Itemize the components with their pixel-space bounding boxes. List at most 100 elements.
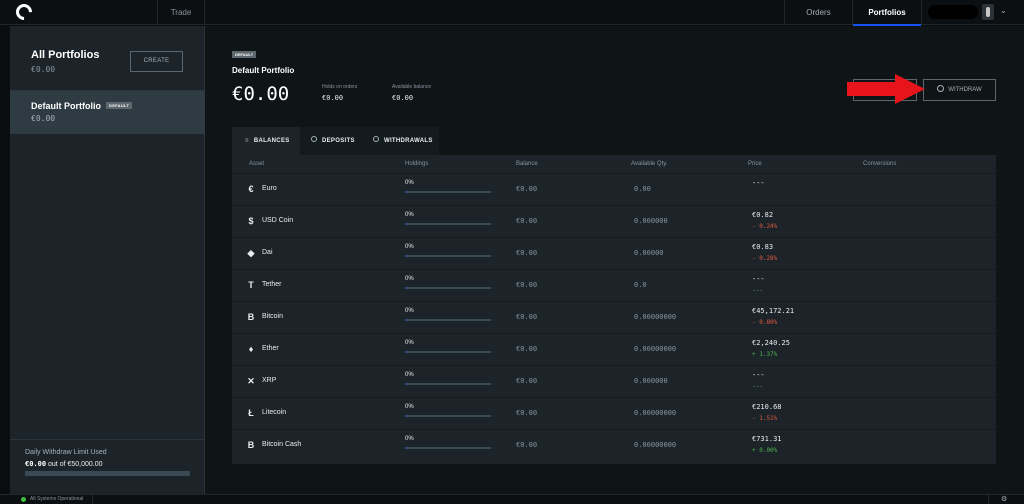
- holdings-bar: [405, 191, 491, 193]
- price-value: €45,172.21: [752, 307, 795, 315]
- holds-label: Holds on orders: [322, 84, 358, 90]
- red-arrow-annotation: [847, 74, 925, 104]
- available-qty: 0.000000: [634, 217, 668, 225]
- price-value: ---: [752, 371, 765, 379]
- tab-label: WITHDRAWALS: [384, 138, 433, 144]
- price-value: €731.31: [752, 435, 782, 443]
- holdings-bar: [405, 255, 491, 257]
- table-row[interactable]: Ł Litecoin 0% €0.00 0.00000000 €210.68 - 1.51%: [232, 397, 996, 429]
- bitcoin-cash-icon: B: [247, 440, 255, 450]
- available-qty: 0.00000000: [634, 345, 677, 353]
- holdings-bar: [405, 223, 491, 225]
- table-row[interactable]: B Bitcoin Cash 0% €0.00 0.00000000 €731.31 + 0…: [232, 429, 996, 461]
- sidebar-item-default-portfolio[interactable]: Default Portfolio DEFAULT €0.00: [10, 91, 205, 134]
- withdraw-button[interactable]: WITHDRAW: [923, 79, 996, 101]
- chevron-down-icon[interactable]: ⌄: [1000, 6, 1007, 15]
- portfolio-total-value: €0.00: [232, 83, 290, 105]
- column-header[interactable]: Asset: [249, 161, 264, 167]
- holdings-percent: 0%: [405, 340, 414, 346]
- coinbase-logo-icon[interactable]: [12, 0, 36, 24]
- tab-deposits[interactable]: DEPOSITS: [300, 127, 362, 155]
- available-value: €0.00: [392, 94, 414, 102]
- balances-table: Asset Holdings Balance Available Qty. Pr…: [232, 155, 996, 464]
- nav-orders[interactable]: Orders: [784, 0, 852, 25]
- available-qty: 0.00000000: [634, 409, 677, 417]
- deposit-icon: [311, 136, 317, 143]
- asset-name: Euro: [262, 185, 277, 192]
- available-qty: 0.00: [634, 185, 651, 193]
- nav-portfolios[interactable]: Portfolios: [852, 0, 922, 26]
- price-change: ---: [752, 287, 763, 294]
- price-value: ---: [752, 275, 765, 283]
- balance-value: €0.00: [516, 441, 538, 449]
- account-name-redacted[interactable]: [928, 5, 978, 19]
- table-row[interactable]: $ USD Coin 0% €0.00 0.000000 €0.82 - 0.24%: [232, 205, 996, 237]
- price-change: + 0.00%: [752, 447, 778, 454]
- table-header: Asset Holdings Balance Available Qty. Pr…: [232, 155, 996, 173]
- withdraw-label: WITHDRAW: [948, 87, 982, 93]
- holdings-percent: 0%: [405, 436, 414, 442]
- price-value: €0.82: [752, 211, 774, 219]
- divider: [988, 495, 989, 504]
- column-header[interactable]: Available Qty.: [631, 161, 667, 167]
- holdings-percent: 0%: [405, 276, 414, 282]
- price-change: ---: [752, 383, 763, 390]
- asset-name: Dai: [262, 249, 273, 256]
- balances-icon: ≡: [245, 138, 249, 144]
- table-row[interactable]: ✕ XRP 0% €0.00 0.000000 --- ---: [232, 365, 996, 397]
- usdc-icon: $: [248, 216, 254, 226]
- price-change: - 1.51%: [752, 415, 778, 422]
- asset-name: XRP: [262, 377, 277, 384]
- divider: [92, 495, 93, 504]
- holdings-bar: [405, 415, 491, 417]
- column-header[interactable]: Conversions: [863, 161, 896, 167]
- euro-icon: €: [248, 184, 254, 194]
- withdraw-limit-label: Daily Withdraw Limit Used: [25, 449, 107, 456]
- asset-name: Litecoin: [262, 409, 287, 416]
- column-header[interactable]: Price: [748, 161, 762, 167]
- tab-balances[interactable]: ≡ BALANCES: [232, 127, 300, 155]
- tab-withdrawals[interactable]: WITHDRAWALS: [362, 127, 439, 155]
- price-value: ---: [752, 179, 765, 187]
- asset-name: Ether: [262, 345, 279, 352]
- balance-value: €0.00: [516, 345, 538, 353]
- price-change: - 0.24%: [752, 223, 778, 230]
- nav-trade[interactable]: Trade: [157, 0, 205, 25]
- gear-icon[interactable]: ⚙: [1001, 495, 1007, 503]
- table-row[interactable]: ♦ Ether 0% €0.00 0.00000000 €2,240.25 + 1.37%: [232, 333, 996, 365]
- table-row[interactable]: € Euro 0% €0.00 0.00 ---: [232, 173, 996, 205]
- table-row[interactable]: T Tether 0% €0.00 0.0 --- ---: [232, 269, 996, 301]
- avatar[interactable]: [982, 4, 994, 20]
- withdraw-limit-total: out of €50,000.00: [46, 461, 103, 468]
- column-header[interactable]: Balance: [516, 161, 538, 167]
- table-row[interactable]: B Bitcoin 0% €0.00 0.00000000 €45,172.21 - 0.8…: [232, 301, 996, 333]
- dai-icon: ◆: [247, 248, 255, 258]
- system-status-text[interactable]: All Systems Operational: [30, 496, 83, 502]
- balance-value: €0.00: [516, 249, 538, 257]
- create-portfolio-button[interactable]: CREATE: [130, 51, 183, 72]
- xrp-icon: ✕: [247, 376, 255, 386]
- tab-label: DEPOSITS: [322, 138, 355, 144]
- asset-name: Tether: [262, 281, 282, 288]
- default-badge: DEFAULT: [232, 51, 257, 58]
- holdings-percent: 0%: [405, 372, 414, 378]
- balance-value: €0.00: [516, 377, 538, 385]
- price-value: €2,240.25: [752, 339, 790, 347]
- column-header[interactable]: Holdings: [405, 161, 428, 167]
- portfolio-name: Default Portfolio: [31, 101, 101, 111]
- holds-stat: Holds on orders €0.00: [322, 84, 357, 102]
- price-change: - 0.80%: [752, 319, 778, 326]
- table-row[interactable]: ◆ Dai 0% €0.00 0.00000 €0.83 - 0.28%: [232, 237, 996, 269]
- available-qty: 0.00000: [634, 249, 664, 257]
- available-label: Available balance: [392, 84, 432, 90]
- holdings-bar: [405, 383, 491, 385]
- holdings-percent: 0%: [405, 180, 414, 186]
- status-bar: All Systems Operational ⚙: [0, 494, 1024, 504]
- portfolio-value: €0.00: [31, 114, 56, 123]
- top-bar: Trade Orders Portfolios ⌄: [0, 0, 1024, 26]
- all-portfolios-title[interactable]: All Portfolios: [31, 49, 99, 61]
- price-change: + 1.37%: [752, 351, 778, 358]
- tab-label: BALANCES: [253, 138, 290, 144]
- tether-icon: T: [248, 280, 254, 290]
- price-value: €0.83: [752, 243, 774, 251]
